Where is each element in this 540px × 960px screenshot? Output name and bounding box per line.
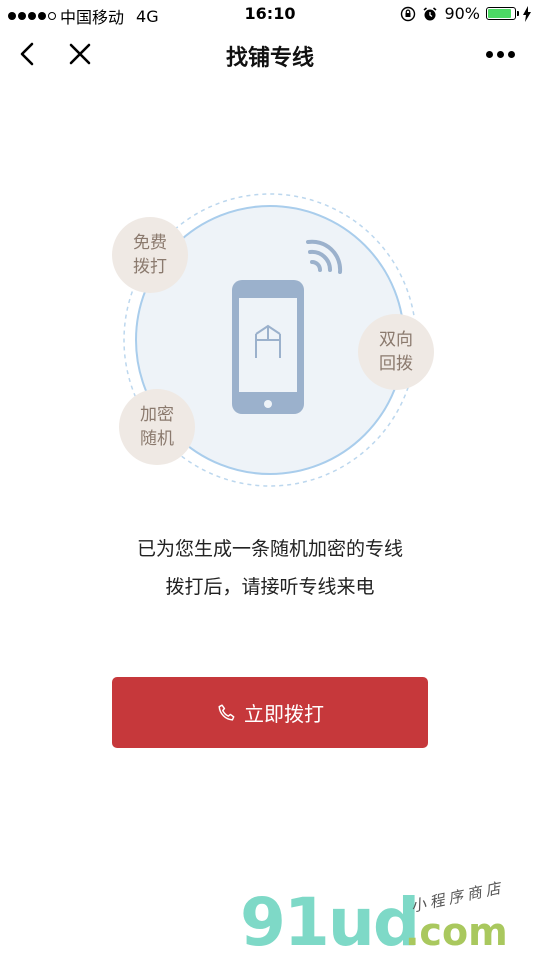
badge-free-line1: 免费 xyxy=(133,233,167,253)
watermark-logo: 91ud .com 小程序商店 xyxy=(240,878,540,960)
badge-encrypt: 加密 随机 xyxy=(119,389,195,465)
battery-icon xyxy=(486,7,519,20)
badge-encrypt-line2: 随机 xyxy=(140,429,174,449)
status-bar: 中国移动 4G 16:10 90% xyxy=(0,0,540,28)
badge-callback-line1: 双向 xyxy=(379,330,413,350)
status-right: 90% xyxy=(400,4,532,23)
rotation-lock-icon xyxy=(401,6,416,21)
phone-illustration xyxy=(123,193,417,487)
badge-encrypt-line1: 加密 xyxy=(140,405,174,425)
nav-bar: 找铺专线 xyxy=(0,28,540,82)
illustration: 免费 拨打 双向 回拨 加密 随机 xyxy=(0,180,540,510)
watermark-domain: .com xyxy=(405,910,508,954)
phone-icon xyxy=(218,703,235,721)
page-title: 找铺专线 xyxy=(225,46,314,71)
message-line2: 拨打后，请接听专线来电 xyxy=(165,576,375,598)
watermark-brand: 91ud xyxy=(240,884,420,960)
alarm-icon xyxy=(423,6,437,20)
message-line1: 已为您生成一条随机加密的专线 xyxy=(136,538,403,560)
badge-callback-line2: 回拨 xyxy=(379,354,413,374)
badge-callback: 双向 回拨 xyxy=(358,314,434,390)
badge-free-line2: 拨打 xyxy=(133,257,167,277)
badge-free-call: 免费 拨打 xyxy=(112,217,188,293)
charging-icon xyxy=(523,5,531,22)
call-now-button[interactable]: 立即拨打 xyxy=(112,677,428,748)
call-now-label: 立即拨打 xyxy=(244,702,324,726)
more-icon[interactable] xyxy=(486,42,518,66)
battery-percent: 90% xyxy=(444,4,480,23)
info-message: 已为您生成一条随机加密的专线 拨打后，请接听专线来电 xyxy=(0,530,540,606)
